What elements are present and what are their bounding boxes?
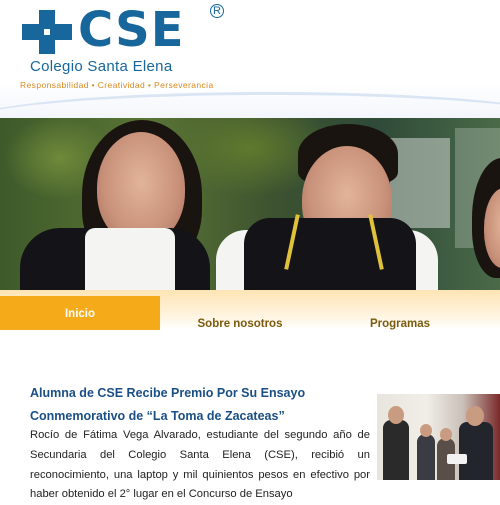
site-header: CSE R Colegio Santa Elena Responsabilida… <box>0 0 500 118</box>
nav-item-inicio[interactable]: Inicio <box>0 296 160 330</box>
nav-item-label: Sobre nosotros <box>197 318 283 330</box>
cross-logo-icon[interactable] <box>22 10 72 54</box>
main-nav: Inicio Sobre nosotros Programas <box>0 290 500 330</box>
logo-text[interactable]: CSE <box>78 2 184 58</box>
article-photo[interactable] <box>377 394 500 480</box>
article-body: Rocío de Fátima Vega Alvarado, estudiant… <box>30 429 370 501</box>
article-title[interactable]: Alumna de CSE Recibe Premio Por Su Ensay… <box>30 382 375 428</box>
nav-item-programas[interactable]: Programas <box>320 294 480 330</box>
header-swoosh-decoration <box>0 92 500 118</box>
school-name: Colegio Santa Elena <box>30 58 173 75</box>
nav-item-label: Programas <box>369 318 431 330</box>
registered-mark-icon: R <box>210 4 224 18</box>
tagline: Responsabilidad • Creatividad • Persever… <box>20 80 214 90</box>
nav-item-label: Inicio <box>64 308 96 320</box>
nav-item-sobre-nosotros[interactable]: Sobre nosotros <box>160 294 320 330</box>
hero-photo <box>0 118 500 290</box>
